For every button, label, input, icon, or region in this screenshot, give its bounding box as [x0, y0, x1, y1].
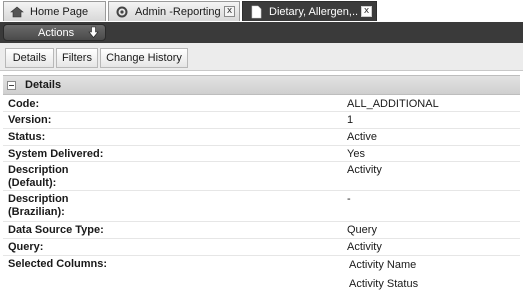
detail-value: Activity: [347, 164, 382, 176]
down-arrow-icon: [87, 26, 100, 39]
home-icon: [10, 5, 24, 19]
document-icon: [249, 5, 263, 19]
detail-label: Description (Brazilian):: [8, 193, 69, 218]
tab-admin-reporting[interactable]: Admin -Reporting x: [108, 1, 240, 21]
tab-home-page[interactable]: Home Page: [3, 1, 106, 21]
detail-row-description-default: Description (Default): Activity: [3, 162, 520, 191]
detail-row-description-brazilian: Description (Brazilian): -: [3, 191, 520, 222]
detail-value: Query: [347, 224, 377, 236]
detail-value: -: [347, 193, 351, 205]
close-icon[interactable]: x: [224, 6, 235, 17]
detail-row-version: Version: 1: [3, 112, 520, 129]
detail-label: Version:: [8, 114, 52, 126]
details-panel-title: Details: [25, 79, 62, 91]
detail-value: Activity Name: [349, 259, 417, 271]
detail-label: System Delivered:: [8, 148, 104, 160]
actions-button-label: Actions: [38, 26, 75, 39]
detail-value: ALL_ADDITIONAL: [347, 98, 439, 110]
details-panel: Details Code: ALL_ADDITIONAL Version: 1 …: [3, 75, 520, 293]
tab-dietary-allergen[interactable]: Dietary, Allergen,.. x: [242, 1, 377, 21]
close-icon[interactable]: x: [361, 6, 372, 17]
details-panel-header: Details: [3, 75, 520, 95]
detail-value: Yes: [347, 148, 365, 160]
detail-label: Data Source Type:: [8, 224, 104, 236]
detail-value: Activity: [347, 241, 382, 253]
detail-label: Query:: [8, 241, 44, 253]
tab-admin-reporting-label: Admin -Reporting: [135, 5, 221, 18]
subtab-change-history[interactable]: Change History: [100, 48, 188, 68]
actions-bar: Actions: [0, 22, 523, 43]
detail-row-code: Code: ALL_ADDITIONAL: [3, 96, 520, 112]
detail-value: 1: [347, 114, 354, 126]
detail-value: Activity Status: [349, 278, 419, 290]
detail-label: Description (Default):: [8, 164, 69, 189]
actions-button[interactable]: Actions: [3, 24, 106, 41]
detail-row-system-delivered: System Delivered: Yes: [3, 146, 520, 162]
detail-row-selected-columns: Selected Columns: Activity Name Activity…: [3, 256, 520, 293]
collapse-icon[interactable]: [7, 80, 16, 90]
tab-home-page-label: Home Page: [30, 5, 89, 18]
detail-row-status: Status: Active: [3, 129, 520, 146]
detail-row-query: Query: Activity: [3, 239, 520, 256]
detail-label: Selected Columns:: [8, 258, 108, 270]
subtab-details[interactable]: Details: [5, 48, 54, 68]
gear-icon: [115, 5, 129, 19]
subtab-filters[interactable]: Filters: [56, 48, 98, 68]
detail-label: Status:: [8, 131, 46, 143]
detail-label: Code:: [8, 98, 40, 110]
tab-dietary-allergen-label: Dietary, Allergen,..: [269, 5, 359, 18]
subtab-bar: Details Filters Change History: [0, 43, 523, 71]
detail-value: Active: [347, 131, 377, 143]
detail-row-data-source-type: Data Source Type: Query: [3, 222, 520, 239]
tab-bar: Home Page Admin -Reporting x Dietary, Al…: [0, 0, 523, 22]
